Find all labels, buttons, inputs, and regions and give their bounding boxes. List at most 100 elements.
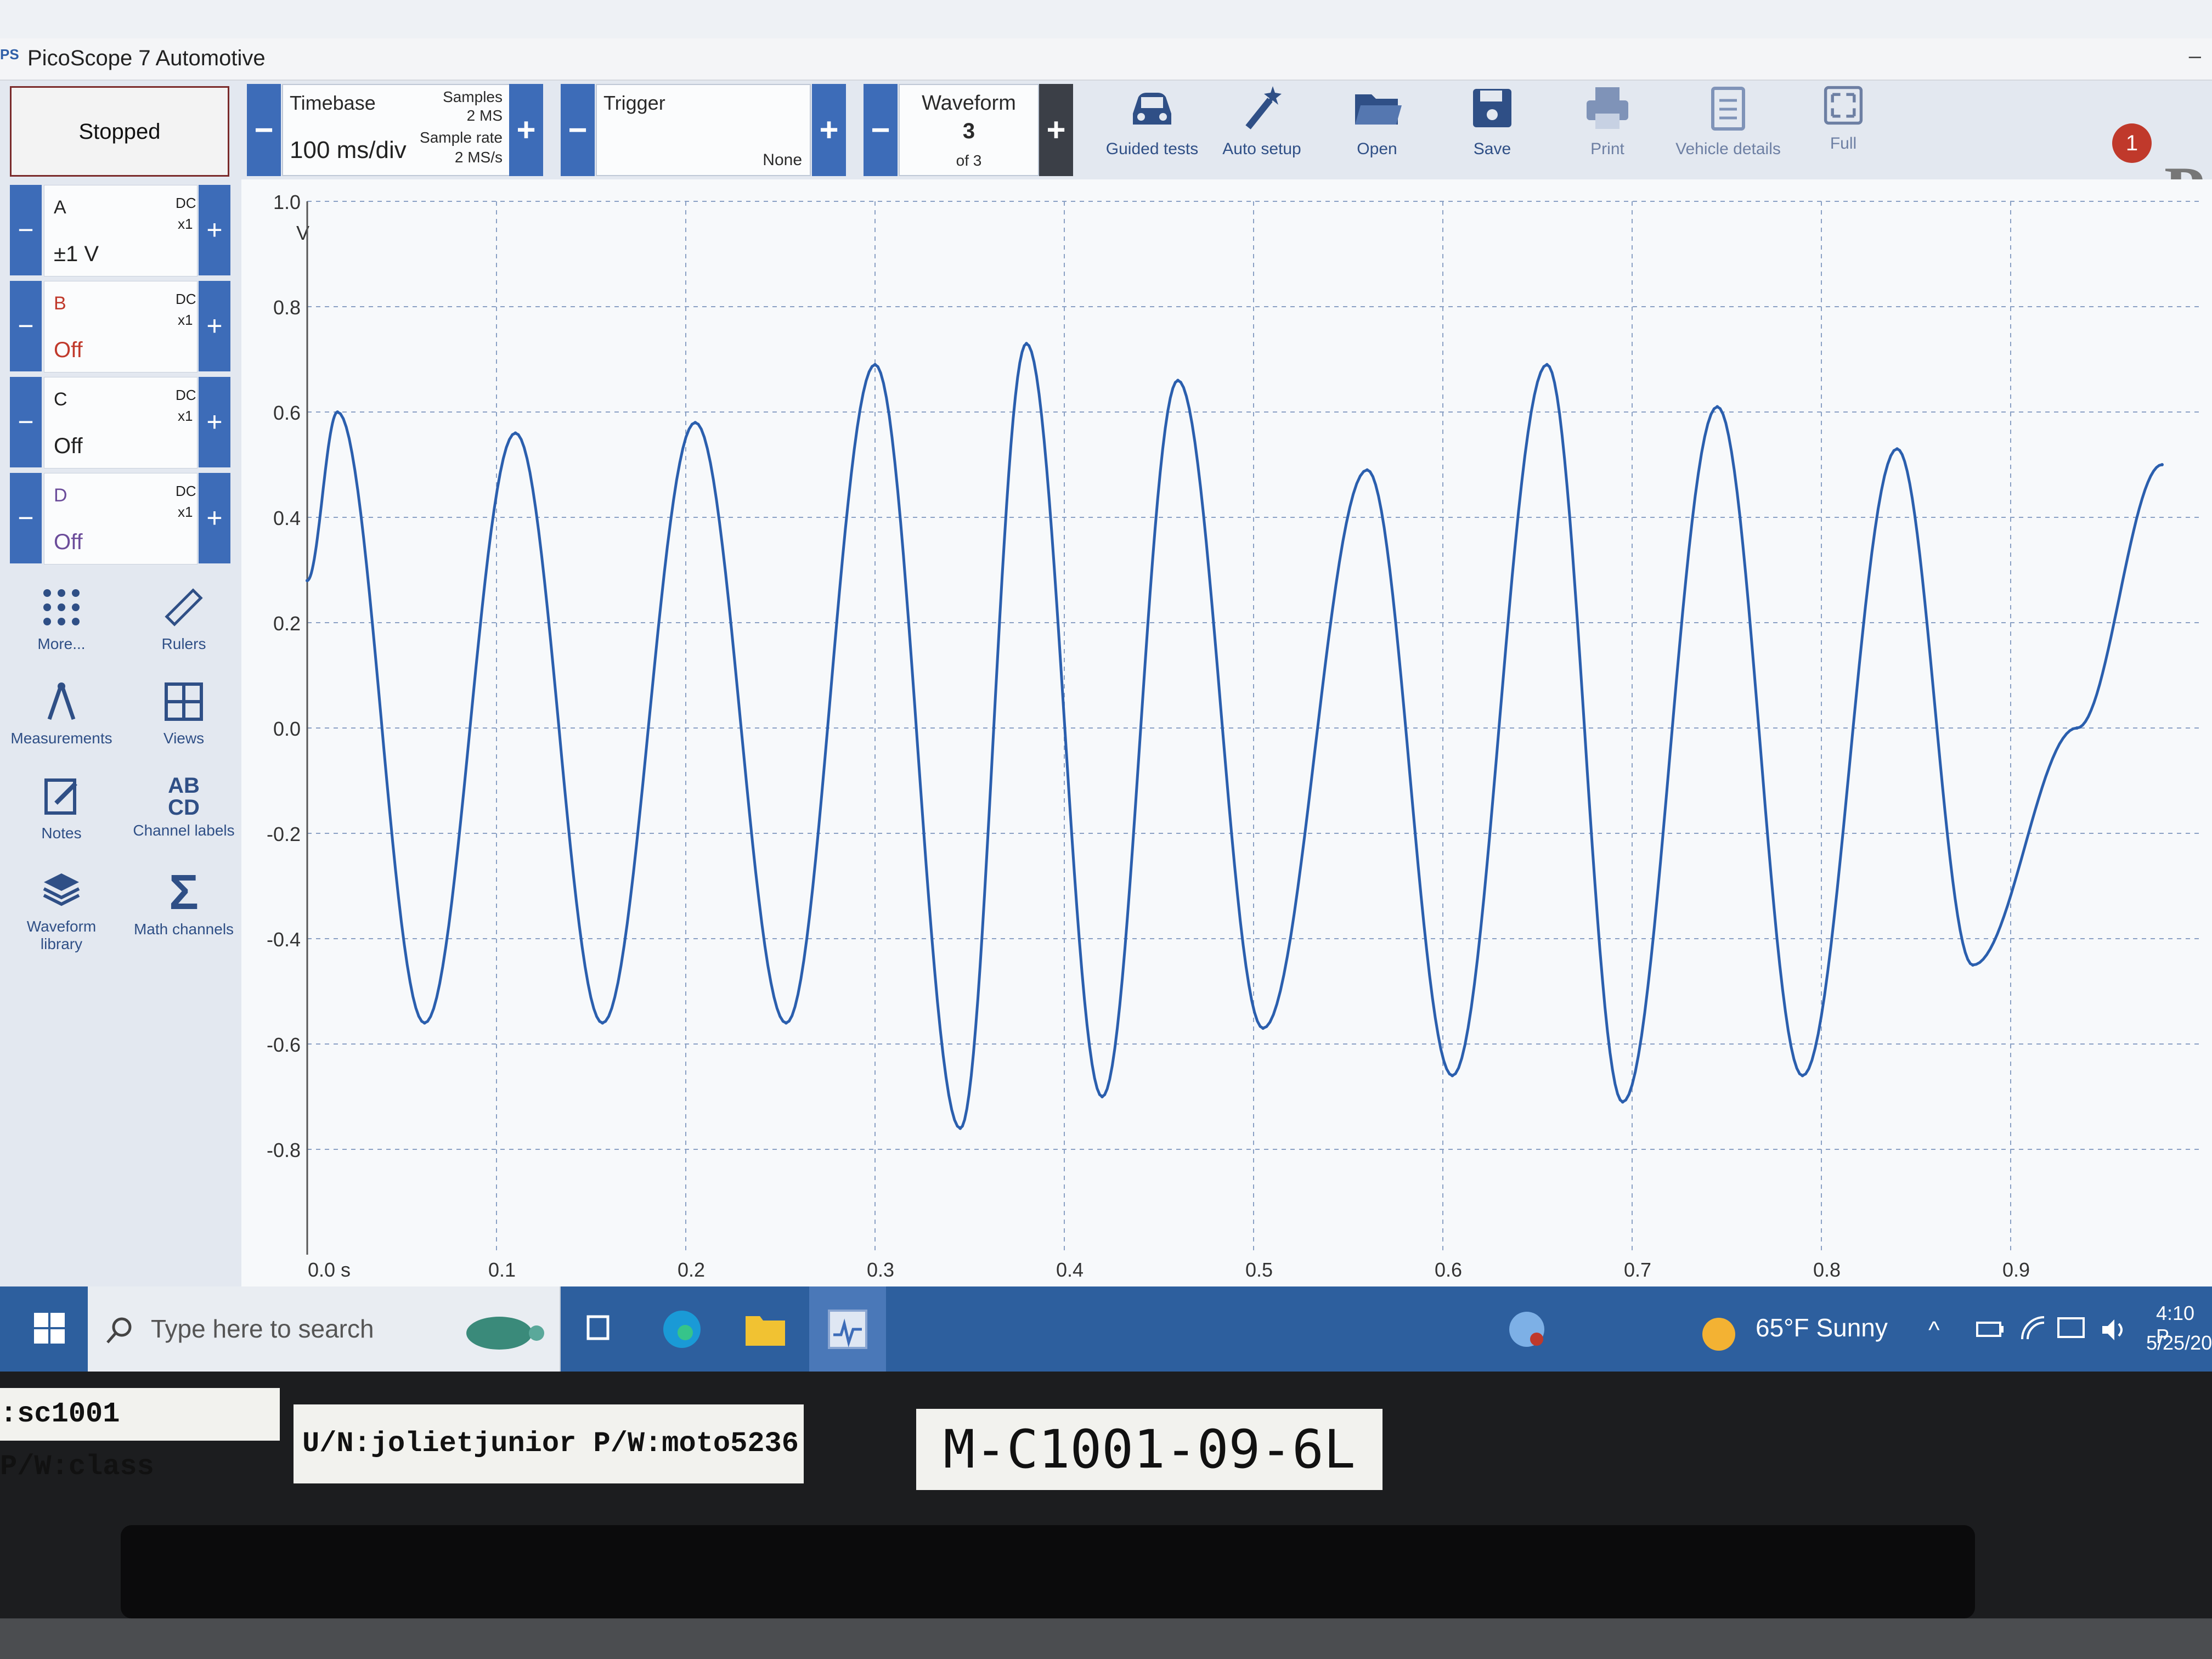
timebase-plus-button[interactable]: + — [509, 84, 543, 176]
channel-panel: − A ±1 V DC x1 + − B Off DC x1 + − C Off… — [0, 179, 241, 1293]
guided-tests-button[interactable]: Guided tests — [1097, 81, 1207, 174]
y-tick-label: 1.0 — [273, 191, 301, 213]
save-button[interactable]: Save — [1443, 81, 1542, 174]
sticker-credentials-1: :sc1001 P/W:class — [0, 1388, 280, 1483]
task-view-button[interactable] — [582, 1311, 614, 1347]
channel-c-minus-button[interactable]: − — [10, 377, 42, 467]
wifi-icon[interactable] — [2019, 1315, 2050, 1345]
channel-labels-button[interactable]: AB CD Channel labels — [129, 775, 239, 839]
trigger-minus-button[interactable]: − — [561, 84, 595, 176]
channel-a-waveform — [306, 341, 2163, 1130]
channel-a-probe: x1 — [178, 216, 193, 232]
library-stack-icon — [43, 873, 80, 906]
timebase-label: Timebase — [290, 92, 376, 114]
waveform-point — [1895, 447, 1899, 451]
channel-a[interactable]: − A ±1 V DC x1 + — [10, 185, 230, 276]
waveform-next-button[interactable]: + — [1039, 84, 1073, 176]
search-icon — [106, 1317, 132, 1344]
x-tick-label: 0.0 s — [308, 1259, 351, 1281]
notes-button[interactable]: Notes — [7, 775, 116, 842]
rulers-button[interactable]: Rulers — [129, 585, 239, 653]
channel-a-plus-button[interactable]: + — [199, 185, 230, 275]
notes-icon — [44, 778, 77, 815]
notes-label: Notes — [41, 825, 82, 842]
channel-b-name: B — [54, 293, 66, 314]
weather-text[interactable]: 65°F Sunny — [1756, 1313, 1888, 1342]
full-screen-button[interactable]: Full — [1799, 81, 1887, 174]
waveform-total: of 3 — [956, 152, 982, 169]
start-button[interactable] — [33, 1312, 66, 1347]
volume-icon[interactable] — [2099, 1316, 2130, 1346]
timebase-minus-button[interactable]: − — [247, 84, 281, 176]
tray-chevron-icon[interactable]: ^ — [1928, 1317, 1940, 1344]
waveform-point — [2160, 463, 2164, 466]
sticker-asset-tag: M-C1001-09-6L — [916, 1409, 1383, 1490]
waveform-point — [873, 363, 877, 366]
math-channels-label: Math channels — [133, 921, 234, 938]
sample-rate-value: 2 MS/s — [454, 149, 503, 166]
folder-icon — [746, 1316, 785, 1346]
channel-c[interactable]: − C Off DC x1 + — [10, 377, 230, 469]
run-stop-button[interactable]: Stopped — [10, 86, 229, 177]
y-tick-label: 0.2 — [273, 612, 301, 635]
print-label: Print — [1590, 140, 1624, 158]
waveform-prev-button[interactable]: − — [864, 84, 898, 176]
channel-d-minus-button[interactable]: − — [10, 473, 42, 563]
waveform-point — [306, 579, 309, 583]
trigger-value: None — [763, 151, 802, 169]
math-channels-button[interactable]: Σ Math channels — [129, 868, 239, 938]
file-explorer-button[interactable] — [743, 1310, 787, 1351]
battery-icon[interactable] — [1975, 1318, 2006, 1343]
print-button[interactable]: Print — [1558, 81, 1657, 174]
notification-badge[interactable]: 1 — [2112, 123, 2152, 163]
measurements-button[interactable]: Measurements — [7, 680, 116, 747]
scope-plot[interactable]: 1.0 0.8 0.6 0.4 0.2 0.0 -0.2 -0.4 -0.6 -0.8 V 0.0 s… — [241, 179, 2212, 1288]
turtle-icon — [466, 1317, 544, 1350]
trigger-control[interactable]: Trigger None — [596, 84, 811, 176]
clipboard-icon — [1711, 87, 1745, 131]
y-tick-label: -0.2 — [267, 823, 301, 845]
screen: PS PicoScope 7 Automotive – Stopped − Ti… — [0, 0, 2212, 1372]
more-button[interactable]: More... — [7, 585, 116, 653]
channel-a-minus-button[interactable]: − — [10, 185, 42, 275]
channel-b-minus-button[interactable]: − — [10, 281, 42, 371]
y-tick-label: 0.6 — [273, 402, 301, 424]
trigger-plus-button[interactable]: + — [812, 84, 846, 176]
display-icon[interactable] — [2056, 1316, 2087, 1346]
taskbar-search[interactable]: Type here to search — [88, 1286, 561, 1372]
channel-b[interactable]: − B Off DC x1 + — [10, 281, 230, 373]
toolbar: Stopped − Timebase 100 ms/div Samples 2 … — [0, 81, 2212, 226]
channel-d[interactable]: − D Off DC x1 + — [10, 473, 230, 565]
ruler-icon — [165, 588, 203, 627]
search-placeholder: Type here to search — [151, 1314, 374, 1343]
waveform-point — [1261, 1026, 1265, 1030]
waveform-point — [1971, 963, 1974, 967]
x-tick-label: 0.2 — [678, 1259, 705, 1281]
picoscope-app-icon — [828, 1310, 867, 1349]
timebase-control[interactable]: Timebase 100 ms/div Samples 2 MS Sample … — [282, 84, 510, 176]
fullscreen-icon — [1824, 86, 1863, 125]
channel-c-plus-button[interactable]: + — [199, 377, 230, 467]
edge-button[interactable] — [661, 1308, 703, 1353]
vehicle-details-button[interactable]: Vehicle details — [1668, 81, 1788, 174]
channel-b-plus-button[interactable]: + — [199, 281, 230, 371]
channel-b-probe: x1 — [178, 312, 193, 328]
magic-wand-icon — [1245, 86, 1282, 129]
picoscope-taskbar-button[interactable] — [809, 1286, 886, 1372]
clock-date[interactable]: 5/25/20 — [2146, 1331, 2212, 1355]
windows-icon — [34, 1313, 65, 1344]
waveform-library-button[interactable]: Waveform library — [7, 868, 116, 953]
open-button[interactable]: Open — [1328, 81, 1426, 174]
views-label: Views — [163, 730, 205, 747]
channel-c-name: C — [54, 389, 67, 410]
help-button[interactable] — [1506, 1308, 1548, 1353]
auto-setup-button[interactable]: Auto setup — [1212, 81, 1311, 174]
minimize-button[interactable]: – — [2189, 44, 2201, 69]
channel-labels-label: Channel labels — [133, 822, 235, 839]
save-label: Save — [1473, 140, 1511, 158]
rulers-label: Rulers — [161, 635, 206, 652]
views-button[interactable]: Views — [129, 680, 239, 747]
title-bar: PS PicoScope 7 Automotive – — [0, 38, 2212, 81]
sample-rate-label: Sample rate — [420, 129, 503, 146]
channel-d-plus-button[interactable]: + — [199, 473, 230, 563]
